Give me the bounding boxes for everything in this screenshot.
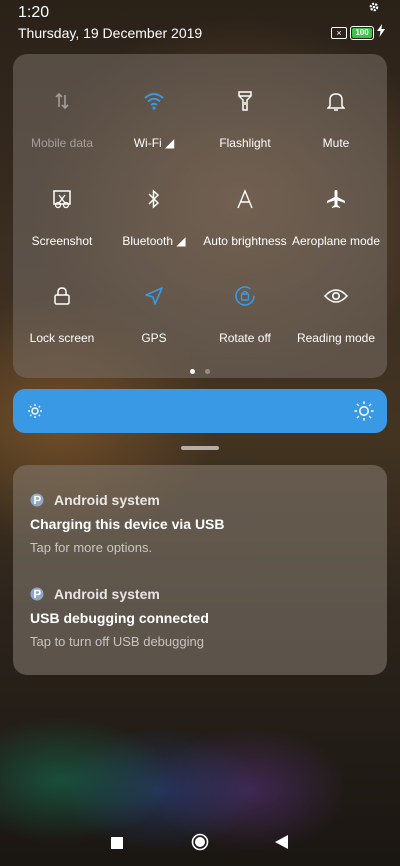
tile-auto-brightness[interactable]: Auto brightness — [200, 184, 290, 264]
tile-label: Screenshot — [31, 234, 93, 248]
flashlight-icon — [200, 86, 290, 116]
tile-label: Flashlight — [219, 136, 271, 150]
notification-app-name: Android system — [54, 492, 160, 508]
notification-title: USB debugging connected — [30, 610, 209, 626]
eye-icon — [291, 281, 381, 311]
notification-title: Charging this device via USB — [30, 516, 225, 532]
recents-icon[interactable] — [111, 836, 123, 854]
tile-label: Lock screen — [29, 331, 95, 345]
notification-panel: Android system Charging this device via … — [13, 465, 387, 675]
navigation-bar — [0, 820, 400, 866]
brightness-low-icon — [27, 403, 43, 424]
tile-screenshot[interactable]: Screenshot — [17, 184, 107, 264]
android-system-icon — [30, 587, 44, 601]
tile-label: Reading mode — [296, 331, 376, 345]
no-sim-icon: × — [331, 27, 347, 39]
charging-bolt-icon — [377, 24, 385, 40]
tile-label: Aeroplane mode — [291, 234, 381, 248]
tile-reading-mode[interactable]: Reading mode — [291, 281, 381, 361]
tile-flashlight[interactable]: Flashlight — [200, 86, 290, 166]
battery-level: 100 — [352, 28, 372, 38]
screenshot-icon — [17, 184, 107, 214]
tile-label: Mobile data — [30, 136, 94, 150]
aeroplane-icon — [291, 184, 381, 214]
tile-mobile-data[interactable]: Mobile data — [17, 86, 107, 166]
back-icon[interactable] — [275, 835, 288, 854]
notification-app-name: Android system — [54, 586, 160, 602]
tile-label: Wi-Fi ◢ — [133, 136, 175, 150]
settings-icon[interactable] — [368, 1, 380, 16]
bell-icon — [291, 86, 381, 116]
wifi-icon — [109, 86, 199, 116]
status-date[interactable]: Thursday, 19 December 2019 — [18, 25, 202, 41]
tile-rotate-off[interactable]: Rotate off — [200, 281, 290, 361]
home-icon[interactable] — [191, 833, 209, 856]
gps-icon — [109, 281, 199, 311]
tile-aeroplane-mode[interactable]: Aeroplane mode — [291, 184, 381, 264]
tile-lock-screen[interactable]: Lock screen — [17, 281, 107, 361]
drag-handle[interactable] — [181, 446, 219, 450]
android-system-icon — [30, 493, 44, 507]
status-time: 1:20 — [18, 4, 50, 21]
status-bar: 1:20 Thursday, 19 December 2019 × 100 — [0, 0, 400, 48]
lock-icon — [17, 281, 107, 311]
tile-label: GPS — [141, 331, 167, 345]
notification-text: Tap for more options. — [30, 540, 153, 555]
mobile-data-icon — [17, 86, 107, 116]
tile-mute[interactable]: Mute — [291, 86, 381, 166]
page-dot — [205, 369, 210, 374]
tile-label: Bluetooth ◢ — [122, 234, 186, 248]
tile-bluetooth[interactable]: Bluetooth ◢ — [109, 184, 199, 264]
quick-settings-panel: Mobile data Wi-Fi ◢ Flashlight Mute Scre… — [13, 54, 387, 378]
brightness-high-icon[interactable] — [354, 401, 374, 426]
tile-label: Auto brightness — [203, 234, 287, 248]
page-dot-active — [190, 369, 195, 374]
auto-brightness-icon — [200, 184, 290, 214]
battery-icon: 100 — [350, 26, 374, 40]
brightness-slider[interactable] — [13, 389, 387, 433]
tile-label: Mute — [322, 136, 350, 150]
tile-gps[interactable]: GPS — [109, 281, 199, 361]
notification-text: Tap to turn off USB debugging — [30, 634, 204, 649]
bluetooth-icon — [109, 184, 199, 214]
rotate-icon — [200, 281, 290, 311]
tile-wifi[interactable]: Wi-Fi ◢ — [109, 86, 199, 166]
tile-label: Rotate off — [219, 331, 271, 345]
